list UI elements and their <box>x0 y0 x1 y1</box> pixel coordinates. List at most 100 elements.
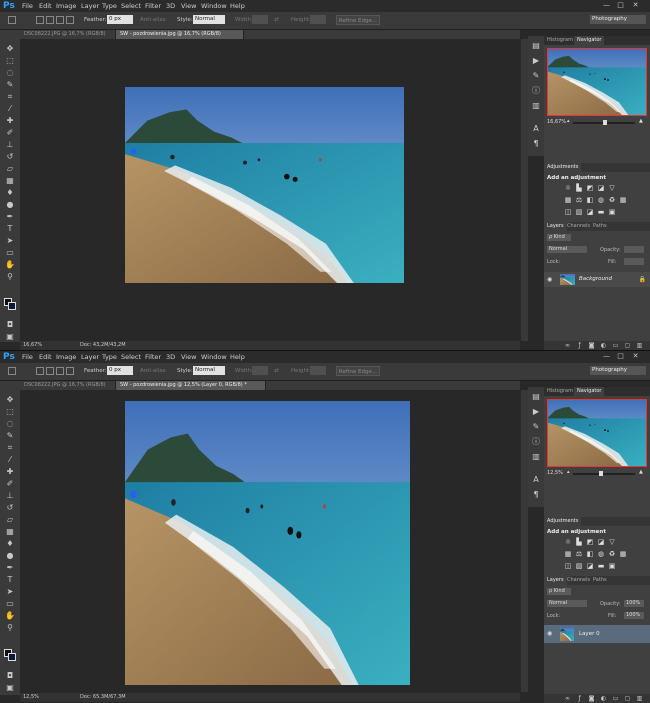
paragraph-icon[interactable]: ¶ <box>531 139 541 149</box>
maximize-button[interactable]: □ <box>616 1 625 9</box>
menu-3d[interactable]: 3D <box>166 2 175 10</box>
opacity-input[interactable] <box>624 246 644 253</box>
menu-type[interactable]: Type <box>102 2 117 10</box>
trash-icon[interactable]: ▥ <box>636 342 643 349</box>
zoom-out-icon[interactable]: ▴ <box>567 469 570 475</box>
navigator-zoom-value[interactable]: 12,5% <box>547 470 563 476</box>
menu-select[interactable]: Select <box>121 353 141 361</box>
slider-knob[interactable] <box>599 471 603 476</box>
menu-file[interactable]: File <box>22 2 33 10</box>
brightness-icon[interactable]: ☼ <box>564 184 572 192</box>
navigator-zoom-value[interactable]: 16,67% <box>547 119 566 125</box>
properties-icon[interactable]: ▥ <box>531 101 541 111</box>
link-layers-icon[interactable]: ∞ <box>564 342 571 349</box>
style-select[interactable]: Normal <box>193 15 225 24</box>
tab-paths[interactable]: Paths <box>590 222 610 231</box>
fill-input[interactable] <box>624 258 644 265</box>
history-brush-icon[interactable]: ↺ <box>5 503 15 513</box>
menu-layer[interactable]: Layer <box>81 353 99 361</box>
color-balance-icon[interactable]: ⚖ <box>575 550 583 558</box>
pen-tool-icon[interactable]: ✒ <box>5 563 15 573</box>
menu-filter[interactable]: Filter <box>145 353 161 361</box>
tab-adjustments[interactable]: Adjustments <box>544 163 582 172</box>
invert-icon[interactable]: ◫ <box>564 208 572 216</box>
layer-kind-filter[interactable]: ρ Kind <box>547 234 571 241</box>
document-tab-active[interactable]: SW - pozdrowienia.jpg @ 12,5% (Layer 0, … <box>116 381 266 390</box>
character-icon[interactable]: A <box>531 124 541 134</box>
add-selection-icon[interactable] <box>46 16 54 24</box>
navigator-view-box[interactable] <box>547 399 647 467</box>
vertical-scrollbar[interactable] <box>521 39 528 341</box>
gradient-tool-icon[interactable]: ▦ <box>5 176 15 186</box>
navigator-preview[interactable] <box>547 399 647 467</box>
height-input[interactable] <box>310 15 326 24</box>
antialias-checkbox[interactable]: Anti-alias <box>140 368 166 374</box>
healing-tool-icon[interactable]: ✚ <box>5 467 15 477</box>
zoom-tool-icon[interactable]: ⚲ <box>5 623 15 633</box>
hand-tool-icon[interactable]: ✋ <box>5 611 15 621</box>
menu-type[interactable]: Type <box>102 353 117 361</box>
shape-tool-icon[interactable]: ▭ <box>5 599 15 609</box>
hue-saturation-icon[interactable]: ▦ <box>564 550 572 558</box>
tab-paths[interactable]: Paths <box>590 576 610 585</box>
layer-mask-icon[interactable]: ◙ <box>588 342 595 349</box>
lasso-tool-icon[interactable]: ◌ <box>5 419 15 429</box>
menu-select[interactable]: Select <box>121 2 141 10</box>
new-layer-icon[interactable]: ▢ <box>624 695 631 702</box>
menu-image[interactable]: Image <box>56 2 76 10</box>
intersect-selection-icon[interactable] <box>66 367 74 375</box>
tab-navigator[interactable]: Navigator <box>574 36 605 45</box>
levels-icon[interactable]: ▙ <box>575 184 583 192</box>
width-input[interactable] <box>252 366 268 375</box>
info-icon[interactable]: ⓘ <box>531 437 541 447</box>
channel-mixer-icon[interactable]: ♻ <box>608 550 616 558</box>
maximize-button[interactable]: □ <box>616 352 625 360</box>
eye-icon[interactable]: ◉ <box>547 630 552 637</box>
menu-edit[interactable]: Edit <box>39 2 52 10</box>
beach-photo-canvas[interactable] <box>125 87 404 283</box>
photo-filter-icon[interactable]: ◍ <box>597 550 605 558</box>
actions-icon[interactable]: ▶ <box>531 407 541 417</box>
menu-view[interactable]: View <box>181 353 196 361</box>
blend-mode-select[interactable]: Normal <box>547 600 587 607</box>
black-white-icon[interactable]: ◧ <box>586 196 594 204</box>
minimize-button[interactable]: — <box>602 352 611 360</box>
color-lookup-icon[interactable]: ▦ <box>619 550 627 558</box>
menu-help[interactable]: Help <box>230 353 245 361</box>
eyedropper-tool-icon[interactable]: ⁄ <box>5 104 15 114</box>
group-icon[interactable]: ▭ <box>612 695 619 702</box>
subtract-selection-icon[interactable] <box>56 367 64 375</box>
move-tool-icon[interactable]: ✥ <box>5 44 15 54</box>
posterize-icon[interactable]: ▨ <box>575 562 583 570</box>
eraser-tool-icon[interactable]: ▱ <box>5 164 15 174</box>
gradient-tool-icon[interactable]: ▦ <box>5 527 15 537</box>
actions-icon[interactable]: ▶ <box>531 56 541 66</box>
layer-name[interactable]: Layer 0 <box>579 631 600 637</box>
exposure-icon[interactable]: ◪ <box>597 538 605 546</box>
document-tab[interactable]: DSC08222.JPG @ 16,7% (RGB/8) <box>20 30 116 39</box>
navigator-preview[interactable] <box>547 48 647 116</box>
tab-adjustments[interactable]: Adjustments <box>544 517 582 526</box>
workspace-select[interactable]: Photography <box>590 15 646 24</box>
tab-histogram[interactable]: Histogram <box>544 387 576 396</box>
menu-file[interactable]: File <box>22 353 33 361</box>
color-lookup-icon[interactable]: ▦ <box>619 196 627 204</box>
blur-tool-icon[interactable]: ♦ <box>5 539 15 549</box>
tab-channels[interactable]: Channels <box>564 222 593 231</box>
menu-window[interactable]: Window <box>201 353 227 361</box>
crop-tool-icon[interactable]: ⌗ <box>5 92 15 102</box>
gradient-map-icon[interactable]: ▬ <box>597 208 605 216</box>
feather-input[interactable]: 0 px <box>107 366 133 375</box>
slider-knob[interactable] <box>603 120 607 125</box>
history-brush-icon[interactable]: ↺ <box>5 152 15 162</box>
layer-style-icon[interactable]: ƒ <box>576 342 583 349</box>
dodge-tool-icon[interactable]: ● <box>5 200 15 210</box>
background-color-swatch[interactable] <box>8 302 16 310</box>
zoom-in-icon[interactable]: ▲ <box>639 469 643 475</box>
stamp-tool-icon[interactable]: ⊥ <box>5 140 15 150</box>
type-tool-icon[interactable]: T <box>5 575 15 585</box>
pen-tool-icon[interactable]: ✒ <box>5 212 15 222</box>
marquee-icon[interactable] <box>8 367 16 375</box>
vibrance-icon[interactable]: ▽ <box>608 184 616 192</box>
brush-tool-icon[interactable]: ✐ <box>5 479 15 489</box>
